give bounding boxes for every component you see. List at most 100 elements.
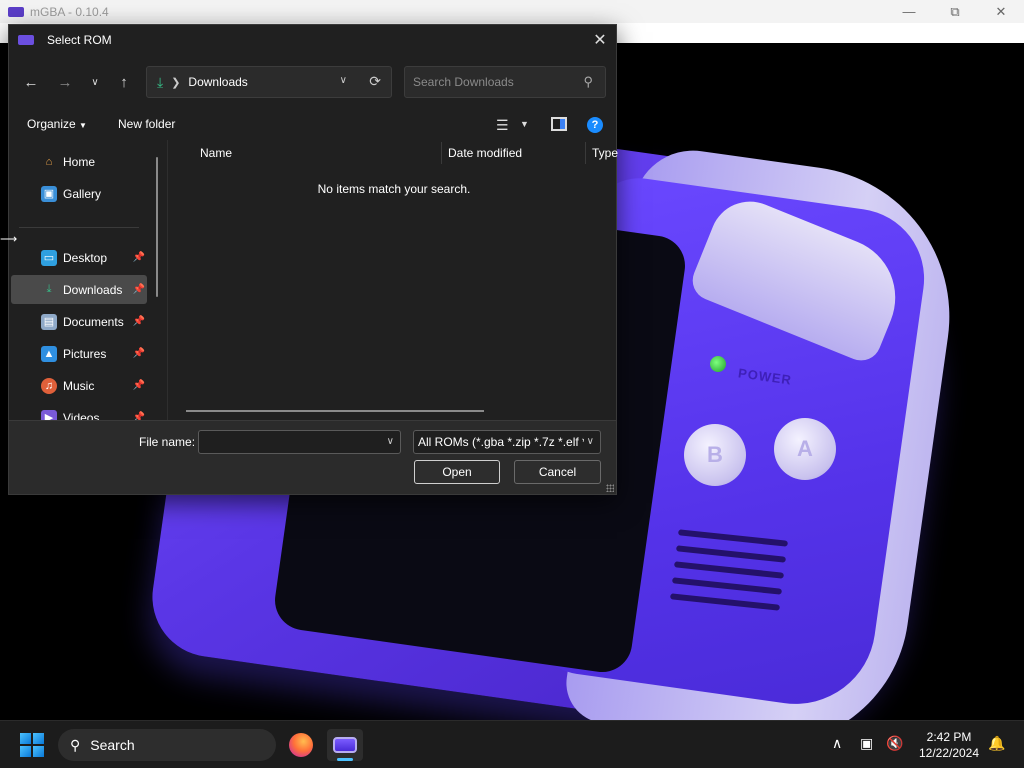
- sidebar-item-label: Documents: [63, 314, 124, 329]
- empty-message: No items match your search.: [317, 182, 471, 196]
- pin-icon[interactable]: 📌: [133, 412, 145, 420]
- organize-menu[interactable]: Organize ▼: [27, 117, 87, 131]
- gallery-icon: ▣: [41, 185, 57, 202]
- gba-a-button: A: [774, 418, 836, 480]
- horizontal-scrollbar[interactable]: [186, 410, 484, 412]
- music-icon: ♫: [41, 377, 57, 394]
- dialog-footer: File name: ∨ All ROMs (*.gba *.zip *.7z …: [9, 420, 616, 494]
- close-icon[interactable]: ✕: [588, 28, 612, 52]
- file-name-label: File name:: [139, 435, 196, 449]
- preview-pane-icon[interactable]: [551, 117, 567, 131]
- taskbar: ⚲ Search ∧ ▣ 🔇 2:42 PM 12/22/2024 🔔: [0, 720, 1024, 768]
- column-separator[interactable]: [441, 142, 442, 164]
- mgba-icon: [333, 737, 357, 753]
- downloads-icon: ⤓: [157, 73, 164, 90]
- sidebar-divider: [19, 227, 139, 228]
- sidebar-item-pictures[interactable]: ▲ Pictures 📌: [11, 339, 147, 368]
- select-rom-dialog: Select ROM ✕ ← → ∨ ↑ ⤓ ❯ Downloads ∨ ⟳ ⚲…: [8, 24, 618, 495]
- app-titlebar: mGBA - 0.10.4 — ⧉ ✕: [0, 0, 1024, 23]
- search-icon: ⚲: [70, 736, 81, 753]
- pin-icon[interactable]: 📌: [133, 380, 145, 391]
- address-bar[interactable]: ⤓ ❯ Downloads ∨ ⟳: [146, 66, 392, 98]
- sidebar-item-music[interactable]: ♫ Music 📌: [11, 371, 147, 400]
- file-type-value: All ROMs (*.gba *.zip *.7z *.elf *: [418, 435, 584, 449]
- file-list: Name Date modified Type No items match y…: [167, 140, 618, 420]
- pictures-icon: ▲: [41, 345, 57, 362]
- caret-down-icon[interactable]: ▼: [520, 119, 529, 129]
- taskbar-app-mgba[interactable]: [327, 729, 363, 761]
- system-clock[interactable]: 2:42 PM 12/22/2024: [914, 729, 984, 761]
- chevron-down-icon[interactable]: ∨: [387, 436, 394, 447]
- search-box: ⚲: [404, 66, 606, 98]
- column-header-name[interactable]: Name: [200, 140, 232, 166]
- sidebar-item-label: Desktop: [63, 250, 108, 265]
- help-icon[interactable]: ?: [587, 117, 603, 133]
- sidebar-item-label: Home: [63, 154, 96, 169]
- arrow-left-icon[interactable]: ←: [19, 70, 43, 94]
- chevron-right-icon[interactable]: ❯: [171, 76, 180, 89]
- chevron-down-icon[interactable]: ∨: [340, 75, 347, 86]
- column-header-type[interactable]: Type: [592, 140, 618, 166]
- videos-icon: ▶: [41, 409, 57, 420]
- arrow-right-icon[interactable]: →: [53, 70, 77, 94]
- documents-icon: ▤: [41, 313, 57, 330]
- mgba-app-icon: [8, 6, 24, 17]
- pin-icon[interactable]: 📌: [133, 284, 145, 295]
- navigation-bar: ← → ∨ ↑ ⤓ ❯ Downloads ∨ ⟳ ⚲: [9, 64, 616, 100]
- navigation-pane: ⌂ Home ▣ Gallery ▭ Desktop 📌 ⤓ Downloads…: [9, 140, 161, 420]
- volume-muted-icon[interactable]: 🔇: [886, 735, 903, 752]
- sidebar-item-label: Downloads: [63, 282, 123, 297]
- mouse-cursor-icon: ⟶: [0, 232, 18, 246]
- clock-time: 2:42 PM: [926, 730, 972, 744]
- home-icon: ⌂: [45, 155, 53, 168]
- windows-start-icon[interactable]: [20, 733, 44, 757]
- pin-icon[interactable]: 📌: [133, 348, 145, 359]
- file-name-field[interactable]: ∨: [198, 430, 401, 454]
- command-bar: Organize ▼ New folder ☰ ▼ ?: [9, 111, 616, 139]
- sidebar-item-videos[interactable]: ▶ Videos 📌: [11, 403, 147, 420]
- taskbar-search[interactable]: ⚲ Search: [58, 729, 276, 761]
- sidebar-item-label: Pictures: [63, 346, 107, 361]
- close-icon[interactable]: ✕: [978, 0, 1024, 23]
- column-header-date-modified[interactable]: Date modified: [448, 140, 522, 166]
- gba-b-button: B: [684, 424, 746, 486]
- notification-bell-icon[interactable]: 🔔: [988, 735, 1005, 752]
- sidebar-item-home[interactable]: ⌂ Home: [11, 147, 147, 176]
- chevron-down-icon[interactable]: ∨: [587, 436, 594, 447]
- column-separator[interactable]: [585, 142, 586, 164]
- open-button[interactable]: Open: [414, 460, 500, 484]
- minimize-icon[interactable]: —: [886, 0, 932, 23]
- clock-date: 12/22/2024: [918, 746, 980, 760]
- sidebar-item-gallery[interactable]: ▣ Gallery: [11, 179, 147, 208]
- resize-grip-icon[interactable]: [606, 484, 614, 492]
- desktop-icon: ▭: [41, 249, 57, 266]
- app-title: mGBA - 0.10.4: [30, 4, 109, 19]
- chevron-down-icon[interactable]: ∨: [83, 70, 107, 94]
- taskbar-search-label: Search: [90, 737, 135, 753]
- sidebar-scrollbar[interactable]: [156, 157, 158, 297]
- taskbar-app-firefox[interactable]: [283, 729, 319, 761]
- sidebar-item-downloads[interactable]: ⤓ Downloads 📌: [11, 275, 147, 304]
- caret-down-icon: ▼: [79, 121, 87, 130]
- network-icon[interactable]: ▣: [860, 735, 873, 752]
- pin-icon[interactable]: 📌: [133, 316, 145, 327]
- maximize-icon[interactable]: ⧉: [932, 0, 978, 23]
- dialog-title: Select ROM: [47, 32, 112, 47]
- chevron-up-icon[interactable]: ∧: [832, 735, 842, 752]
- active-indicator: [337, 758, 353, 761]
- refresh-icon[interactable]: ⟳: [369, 73, 381, 90]
- file-type-select[interactable]: All ROMs (*.gba *.zip *.7z *.elf * ∨: [413, 430, 601, 454]
- dialog-titlebar: Select ROM ✕: [9, 25, 616, 54]
- sidebar-item-documents[interactable]: ▤ Documents 📌: [11, 307, 147, 336]
- downloads-icon: ⤓: [46, 283, 52, 295]
- address-location[interactable]: Downloads: [188, 75, 247, 89]
- sidebar-item-desktop[interactable]: ▭ Desktop 📌: [11, 243, 147, 272]
- new-folder-button[interactable]: New folder: [118, 117, 175, 131]
- power-led: [710, 356, 726, 372]
- search-icon[interactable]: ⚲: [583, 74, 593, 90]
- view-details-icon[interactable]: ☰: [496, 117, 509, 134]
- search-input[interactable]: [413, 75, 573, 89]
- arrow-up-icon[interactable]: ↑: [112, 70, 136, 94]
- cancel-button[interactable]: Cancel: [514, 460, 601, 484]
- pin-icon[interactable]: 📌: [133, 252, 145, 263]
